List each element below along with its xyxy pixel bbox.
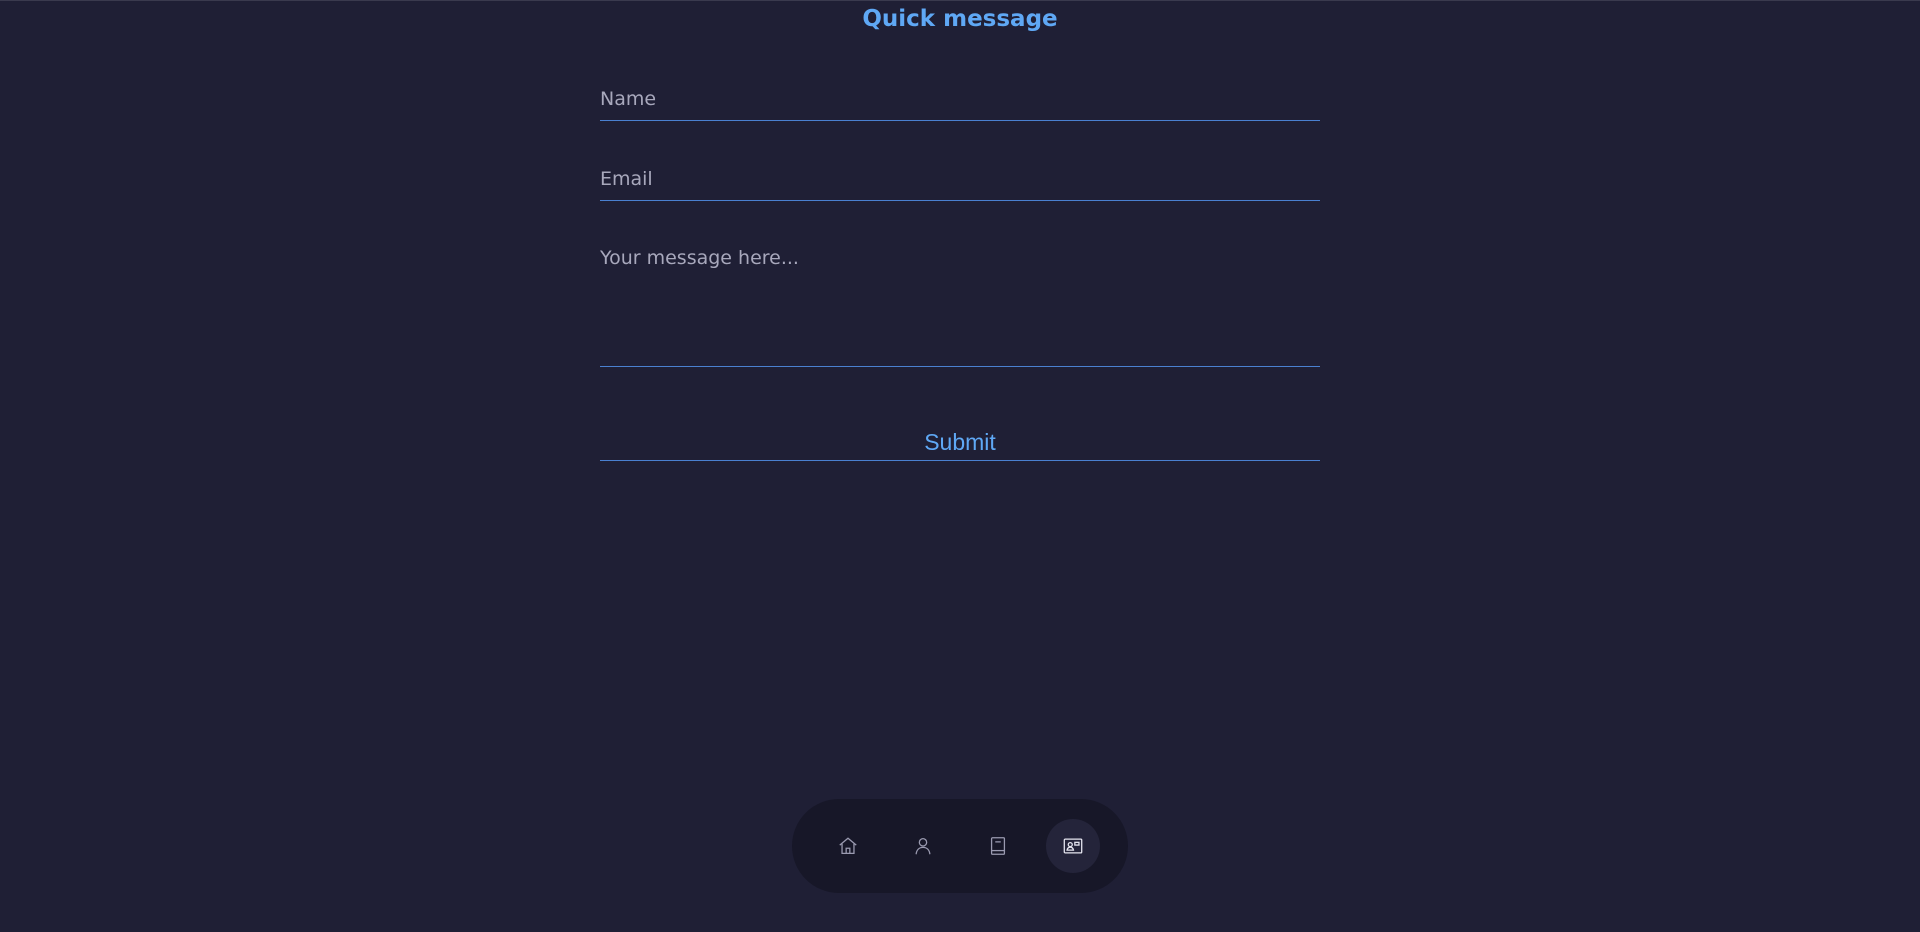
page-title: Quick message [862,6,1058,32]
submit-button[interactable]: Submit [600,425,1320,461]
name-input[interactable] [600,79,1320,121]
message-textarea[interactable] [600,239,1320,367]
user-icon [914,838,931,855]
email-input[interactable] [600,159,1320,201]
nav-item-about[interactable] [896,819,950,873]
nav-item-home[interactable] [821,819,875,873]
book-icon [990,837,1005,855]
nav-item-portfolio[interactable] [971,819,1025,873]
home-icon [838,837,857,854]
bottom-nav [792,799,1128,893]
contact-form: Submit [600,79,1320,461]
nav-item-contact[interactable] [1045,819,1100,873]
contact-card-icon [1063,838,1082,854]
